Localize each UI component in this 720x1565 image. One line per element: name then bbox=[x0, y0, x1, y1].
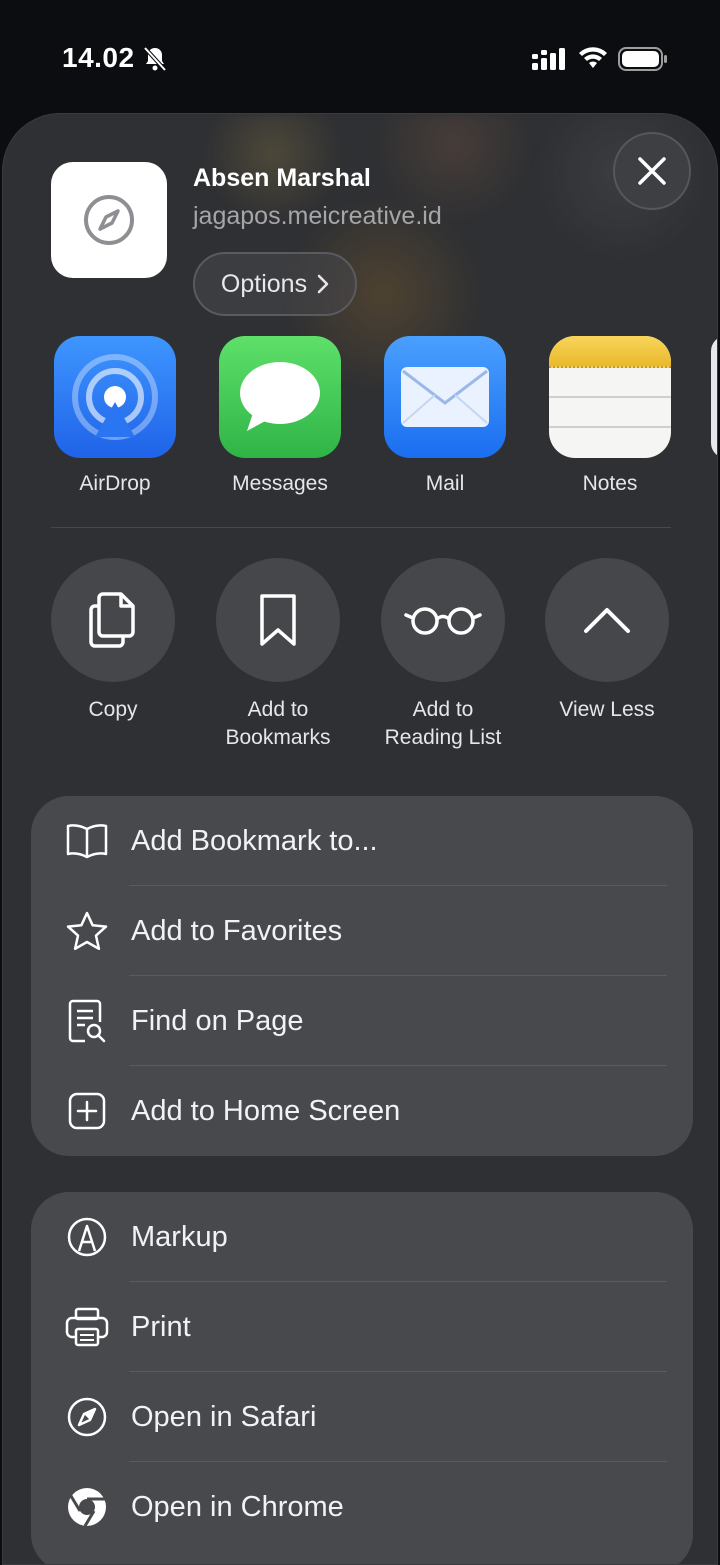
app-airdrop-label: AirDrop bbox=[79, 472, 151, 495]
safari-icon bbox=[65, 1395, 109, 1439]
add-to-home-screen-label: Add to Home Screen bbox=[131, 1094, 401, 1127]
status-bar: 14.02 bbox=[0, 0, 720, 110]
app-notes-label: Notes bbox=[582, 472, 638, 495]
open-in-safari-label: Open in Safari bbox=[131, 1400, 317, 1433]
more-apps-peek[interactable] bbox=[711, 336, 717, 458]
add-to-favorites-item[interactable]: Add to Favorites bbox=[31, 886, 693, 976]
notes-icon bbox=[549, 336, 671, 458]
add-to-home-screen-item[interactable]: Add to Home Screen bbox=[31, 1066, 693, 1156]
find-on-page-icon bbox=[65, 999, 109, 1043]
open-in-safari-item[interactable]: Open in Safari bbox=[31, 1372, 693, 1462]
status-time: 14.02 bbox=[62, 42, 135, 73]
add-bookmark-to-label: Add Bookmark to... bbox=[131, 824, 378, 857]
view-less-action[interactable]: View Less bbox=[525, 558, 689, 724]
find-on-page-label: Find on Page bbox=[131, 1004, 304, 1037]
add-to-reading-list-action[interactable]: Add to Reading List bbox=[361, 558, 525, 752]
app-mail[interactable]: Mail bbox=[363, 336, 527, 496]
app-messages-label: Messages bbox=[232, 472, 328, 495]
share-sheet: Absen Marshal jagapos.meicreative.id Opt… bbox=[2, 113, 718, 1565]
messages-icon bbox=[219, 336, 341, 458]
app-messages[interactable]: Messages bbox=[198, 336, 362, 496]
wifi-icon bbox=[579, 47, 607, 68]
mail-icon bbox=[384, 336, 506, 458]
menu-group-2: Markup Print Open in Safari Open in Chro… bbox=[31, 1192, 693, 1564]
markup-label: Markup bbox=[131, 1220, 228, 1253]
page-url: jagapos.meicreative.id bbox=[193, 202, 442, 230]
add-bookmark-to-item[interactable]: Add Bookmark to... bbox=[31, 796, 693, 886]
options-label: Options bbox=[220, 269, 308, 298]
share-apps-row: AirDrop Messages Mail Notes bbox=[3, 336, 717, 506]
close-button[interactable] bbox=[613, 132, 691, 210]
safari-compass-icon bbox=[51, 162, 167, 278]
view-less-label: View Less bbox=[559, 698, 655, 721]
copy-action[interactable]: Copy bbox=[31, 558, 195, 724]
bell-slash-icon bbox=[143, 46, 167, 72]
copy-icon bbox=[51, 558, 175, 682]
app-notes[interactable]: Notes bbox=[528, 336, 692, 496]
glasses-icon bbox=[381, 558, 505, 682]
printer-icon bbox=[65, 1305, 109, 1349]
quick-actions-row: Copy Add to Bookmarks Add to Reading Lis… bbox=[3, 558, 717, 758]
battery-icon bbox=[618, 47, 667, 71]
print-label: Print bbox=[131, 1310, 191, 1343]
open-in-chrome-item[interactable]: Open in Chrome bbox=[31, 1462, 693, 1552]
find-on-page-item[interactable]: Find on Page bbox=[31, 976, 693, 1066]
chevron-up-icon bbox=[545, 558, 669, 682]
markup-icon bbox=[65, 1215, 109, 1259]
menu-group-1: Add Bookmark to... Add to Favorites Find… bbox=[31, 796, 693, 1156]
print-item[interactable]: Print bbox=[31, 1282, 693, 1372]
open-in-chrome-label: Open in Chrome bbox=[131, 1490, 344, 1523]
copy-label: Copy bbox=[88, 698, 138, 721]
close-icon bbox=[638, 157, 666, 185]
cellular-signal-icon bbox=[532, 48, 565, 70]
add-to-bookmarks-label: Add to Bookmarks bbox=[225, 698, 331, 749]
app-airdrop[interactable]: AirDrop bbox=[33, 336, 197, 496]
book-icon bbox=[65, 819, 109, 863]
airdrop-icon bbox=[54, 336, 176, 458]
add-to-reading-list-label: Add to Reading List bbox=[384, 698, 502, 749]
divider bbox=[51, 527, 671, 528]
star-icon bbox=[65, 909, 109, 953]
add-to-bookmarks-action[interactable]: Add to Bookmarks bbox=[196, 558, 360, 752]
chevron-right-icon bbox=[317, 274, 329, 294]
add-to-favorites-label: Add to Favorites bbox=[131, 914, 343, 947]
markup-item[interactable]: Markup bbox=[31, 1192, 693, 1282]
plus-square-icon bbox=[65, 1089, 109, 1133]
options-button[interactable]: Options bbox=[193, 252, 357, 316]
app-mail-label: Mail bbox=[425, 472, 465, 495]
page-title: Absen Marshal bbox=[193, 164, 371, 192]
chrome-icon bbox=[65, 1485, 109, 1529]
bookmark-icon bbox=[216, 558, 340, 682]
